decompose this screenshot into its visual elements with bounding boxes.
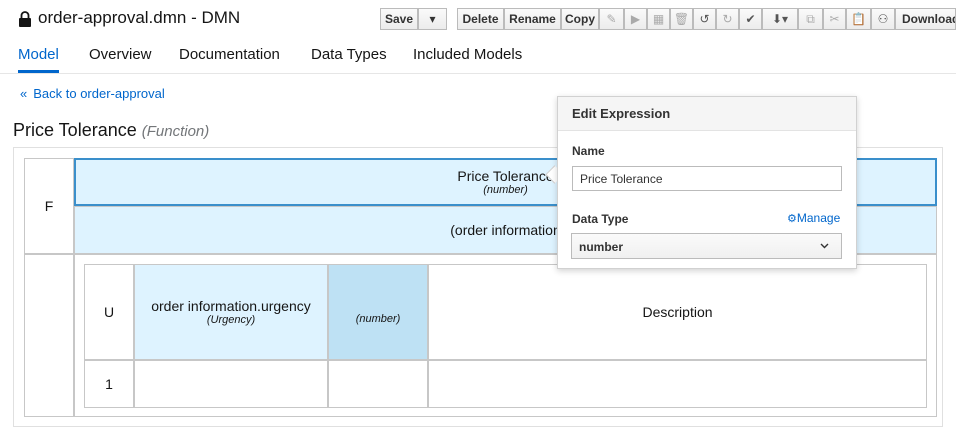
popover-title: Edit Expression	[572, 106, 671, 121]
window-title: order-approval.dmn - DMN	[38, 8, 241, 27]
expression-kind: (Function)	[141, 123, 210, 140]
description-column-label: Description	[642, 304, 713, 320]
hit-policy-cell[interactable]: U	[84, 264, 134, 360]
expression-name: Price Tolerance	[13, 120, 137, 140]
manage-link[interactable]: ⚙Manage	[787, 211, 840, 225]
tab-model[interactable]: Model	[18, 46, 59, 63]
function-kind-label: F	[44, 198, 54, 214]
hit-policy-label: U	[103, 304, 115, 320]
tabs-divider	[0, 73, 956, 74]
sitemap-icon[interactable]: ⚇	[871, 8, 895, 30]
name-label: Name	[572, 144, 605, 158]
row-number-cell[interactable]: 1	[84, 360, 134, 408]
tab-data-types[interactable]: Data Types	[311, 46, 387, 63]
grid-icon[interactable]: ▦	[647, 8, 670, 30]
cut-icon[interactable]: ✂	[823, 8, 846, 30]
function-header-name: Price Tolerance	[457, 168, 554, 184]
data-type-label: Data Type	[572, 212, 629, 226]
function-body-row-cell	[24, 254, 74, 417]
eraser-icon[interactable]: ✎	[599, 8, 624, 30]
function-kind-cell[interactable]: F	[24, 158, 74, 254]
gear-icon: ⚙	[787, 213, 797, 225]
input-entry-cell[interactable]	[134, 360, 328, 408]
edit-expression-popover: Edit Expression Name Price Tolerance Dat…	[557, 96, 857, 269]
copy-button[interactable]: Copy	[561, 8, 599, 30]
save-button[interactable]: Save	[380, 8, 418, 30]
tab-included-models[interactable]: Included Models	[413, 46, 522, 63]
chevron-down-icon	[820, 243, 829, 249]
name-input[interactable]: Price Tolerance	[572, 166, 842, 191]
data-type-select[interactable]: number	[571, 233, 842, 259]
function-parameters-label: (order information	[450, 222, 561, 238]
export-icon[interactable]: ⬇▾	[762, 8, 798, 30]
input-column-type: (Urgency)	[206, 314, 256, 326]
lock-icon	[19, 11, 31, 27]
back-chevron-icon: «	[20, 86, 28, 101]
back-link-label: Back to order-approval	[33, 86, 165, 101]
back-link[interactable]: « Back to order-approval	[20, 86, 165, 101]
description-column-header[interactable]: Description	[428, 264, 927, 360]
redo-icon[interactable]: ↻	[716, 8, 739, 30]
play-icon[interactable]: ▶	[624, 8, 647, 30]
description-entry-cell[interactable]	[428, 360, 927, 408]
download-button[interactable]: Download	[895, 8, 956, 30]
rename-button[interactable]: Rename	[504, 8, 561, 30]
output-column-header[interactable]: (number)	[328, 264, 428, 360]
manage-link-label: Manage	[796, 211, 841, 225]
input-column-header[interactable]: order information.urgency (Urgency)	[134, 264, 328, 360]
validate-icon[interactable]: ✔	[739, 8, 762, 30]
undo-icon[interactable]: ↺	[693, 8, 716, 30]
page-title: Price Tolerance (Function)	[13, 120, 209, 141]
input-column-name: order information.urgency	[151, 298, 311, 314]
data-type-value: number	[579, 240, 624, 254]
delete-button[interactable]: Delete	[457, 8, 504, 30]
tab-documentation[interactable]: Documentation	[179, 46, 280, 63]
trash-icon[interactable]: 🗑	[670, 8, 693, 30]
function-header-type: (number)	[483, 184, 528, 196]
save-menu-button[interactable]: ▾	[418, 8, 447, 30]
output-column-type: (number)	[355, 313, 401, 325]
paste-icon[interactable]: 📋	[846, 8, 871, 30]
tab-overview[interactable]: Overview	[89, 46, 152, 63]
row-number-label: 1	[105, 376, 113, 392]
output-entry-cell[interactable]	[328, 360, 428, 408]
copy-icon[interactable]: ⧉	[798, 8, 823, 30]
